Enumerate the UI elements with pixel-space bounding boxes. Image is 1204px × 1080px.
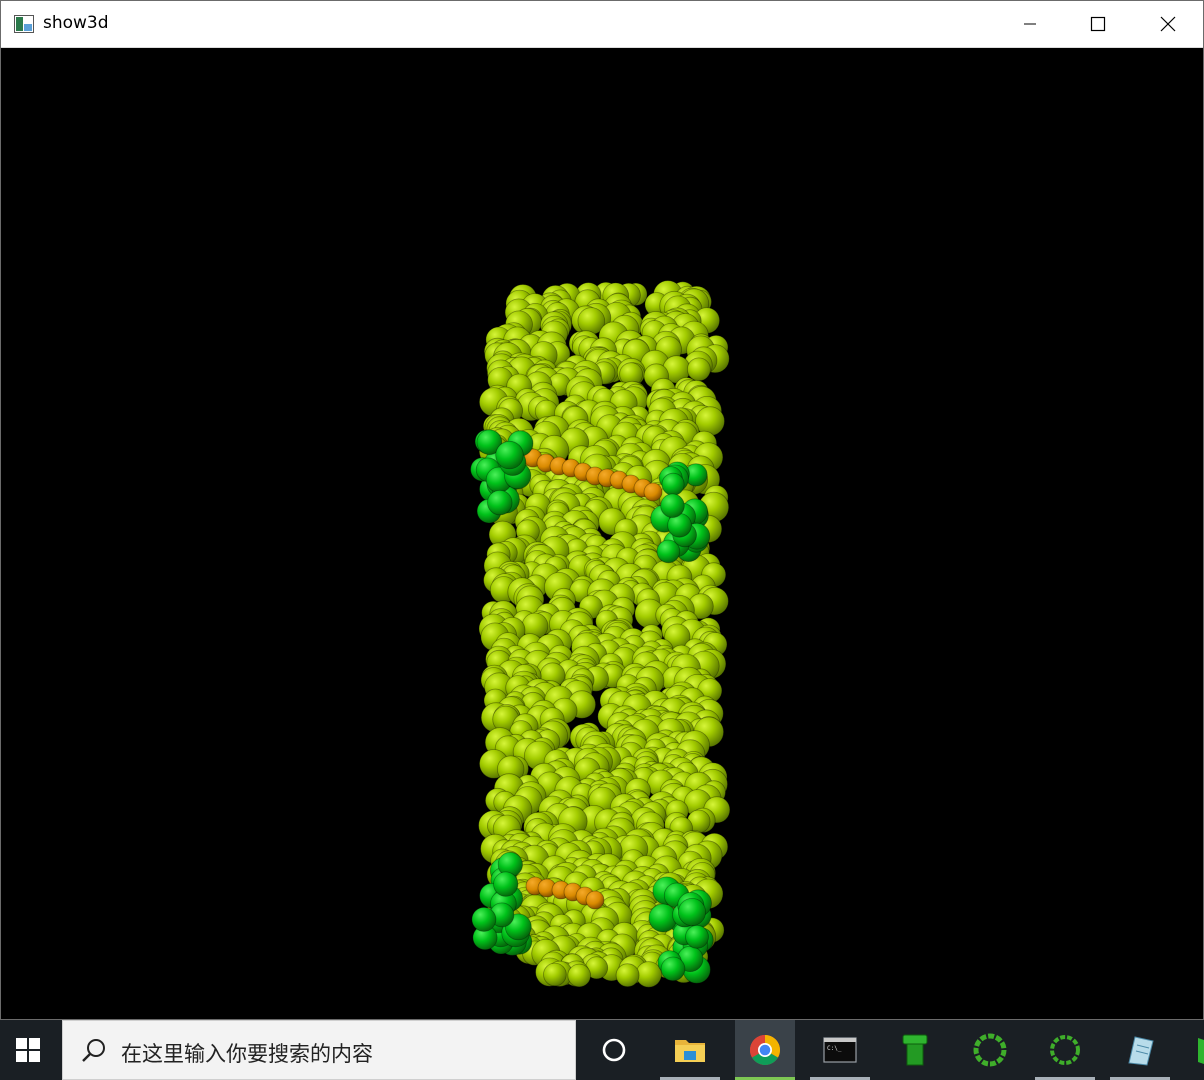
body-sphere bbox=[635, 961, 662, 988]
app-window: show3d bbox=[0, 0, 1204, 1020]
taskbar-green-app[interactable] bbox=[1180, 1020, 1204, 1080]
taskbar: 在这里输入你要搜索的内容 C:\_ bbox=[0, 1020, 1204, 1080]
taskbar-notes-app[interactable] bbox=[1110, 1020, 1170, 1080]
body-sphere bbox=[567, 963, 591, 988]
maximize-button[interactable] bbox=[1063, 1, 1133, 47]
maximize-icon bbox=[1090, 16, 1106, 32]
marker-sphere bbox=[495, 440, 524, 470]
3d-viewport[interactable] bbox=[1, 48, 1203, 1019]
search-icon bbox=[82, 1039, 105, 1062]
taskbar-search-box[interactable]: 在这里输入你要搜索的内容 bbox=[62, 1020, 576, 1080]
green-ring-icon bbox=[973, 1033, 1007, 1067]
cortana-icon bbox=[602, 1038, 626, 1062]
marker-sphere bbox=[660, 956, 686, 982]
marker-sphere bbox=[678, 898, 707, 927]
title-bar[interactable]: show3d bbox=[1, 1, 1203, 48]
taskbar-file-explorer[interactable] bbox=[660, 1020, 720, 1080]
close-icon bbox=[1160, 16, 1176, 32]
marker-sphere bbox=[487, 489, 513, 516]
body-sphere bbox=[615, 963, 640, 988]
green-pipe-icon bbox=[902, 1034, 928, 1066]
minimize-icon bbox=[1024, 23, 1036, 25]
start-button[interactable] bbox=[0, 1020, 56, 1080]
green-app-icon bbox=[1198, 1038, 1204, 1064]
marker-sphere bbox=[660, 493, 685, 518]
taskbar-green-ring-app-1[interactable] bbox=[960, 1020, 1020, 1080]
marker-sphere bbox=[661, 472, 685, 496]
minimize-button[interactable] bbox=[995, 1, 1065, 47]
marker-sphere bbox=[685, 924, 709, 949]
windows-start-icon bbox=[16, 1038, 40, 1062]
taskbar-green-pipe-app[interactable] bbox=[885, 1020, 945, 1080]
body-sphere bbox=[687, 357, 711, 382]
taskbar-console[interactable]: C:\_ bbox=[810, 1020, 870, 1080]
console-icon: C:\_ bbox=[823, 1037, 857, 1063]
marker-sphere bbox=[471, 907, 497, 932]
svg-text:C:\_: C:\_ bbox=[827, 1045, 842, 1052]
notes-icon bbox=[1128, 1036, 1154, 1066]
body-sphere bbox=[543, 962, 567, 987]
close-button[interactable] bbox=[1133, 1, 1203, 47]
search-placeholder: 在这里输入你要搜索的内容 bbox=[121, 1042, 373, 1066]
band-sphere bbox=[585, 890, 605, 910]
taskbar-chrome[interactable] bbox=[735, 1020, 795, 1080]
green-ring-icon bbox=[1050, 1035, 1080, 1065]
chrome-icon bbox=[749, 1035, 781, 1066]
app-icon bbox=[14, 15, 34, 33]
taskbar-green-ring-app-2[interactable] bbox=[1035, 1020, 1095, 1080]
band-sphere bbox=[643, 482, 663, 502]
file-explorer-icon bbox=[675, 1040, 705, 1062]
body-sphere bbox=[695, 406, 725, 437]
sphere-model-render bbox=[470, 280, 731, 988]
window-title: show3d bbox=[43, 13, 109, 33]
marker-sphere bbox=[493, 871, 519, 897]
taskbar-cortana[interactable] bbox=[584, 1020, 644, 1080]
